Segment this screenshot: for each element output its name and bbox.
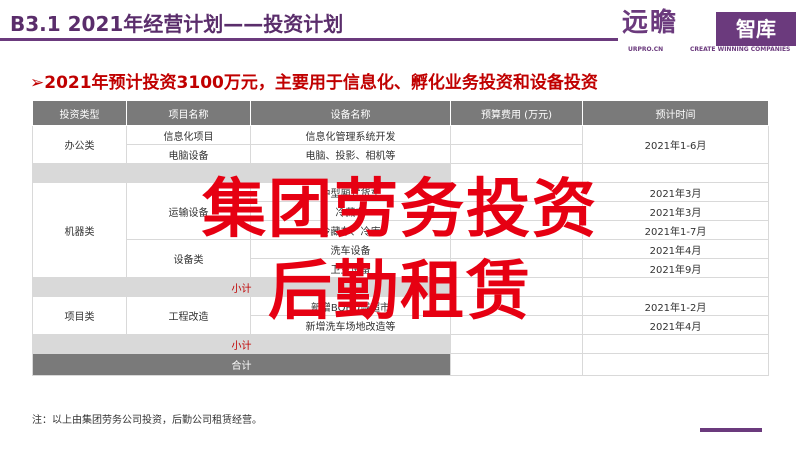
logo-url: URPRO.CN: [628, 46, 664, 53]
overlay-text-line1: 集团劳务投资: [202, 173, 598, 247]
table-row-subtotal-project: 小计: [32, 334, 769, 354]
cell-budget: [450, 125, 583, 145]
header-budget: 预算费用 (万元): [450, 100, 583, 126]
header-time: 预计时间: [582, 100, 769, 126]
logo-tagline: CREATE WINNING COMPANIES: [690, 46, 791, 53]
header-equipment: 设备名称: [250, 100, 451, 126]
subtitle: ➢2021年预计投资3100万元，主要用于信息化、孵化业务投资和设备投资: [30, 73, 598, 93]
bottom-accent-bar: [700, 428, 762, 432]
cell-budget: [450, 353, 583, 376]
cell-budget: [450, 334, 583, 354]
header-project: 项目名称: [126, 100, 251, 126]
cell-time: [582, 334, 769, 354]
table-row-total: 合计: [32, 353, 769, 376]
table-row: 办公类 信息化项目 信息化管理系统开发 2021年1-6月: [32, 125, 769, 164]
overlay-text-line2: 后勤租赁: [268, 255, 532, 329]
page-title: B3.1 2021年经营计划——投资计划: [10, 12, 344, 36]
cell-project: 信息化项目: [126, 125, 251, 145]
header-type: 投资类型: [32, 100, 127, 126]
logo-chinese-text: 远瞻: [622, 8, 679, 38]
cell-subtotal-label: 小计: [32, 334, 451, 354]
cell-total-label: 合计: [32, 353, 451, 376]
cell-time: [582, 353, 769, 376]
footnote: 注：以上由集团劳务公司投资，后勤公司租赁经营。: [32, 415, 262, 426]
logo-box-text: 智库: [716, 12, 796, 46]
cell-equipment: 信息化管理系统开发: [250, 125, 451, 145]
table-header-row: 投资类型 项目名称 设备名称 预算费用 (万元) 预计时间: [32, 100, 769, 126]
title-underline: [0, 38, 618, 41]
logo: 远瞻 智库 URPRO.CN CREATE WINNING COMPANIES: [622, 2, 800, 60]
